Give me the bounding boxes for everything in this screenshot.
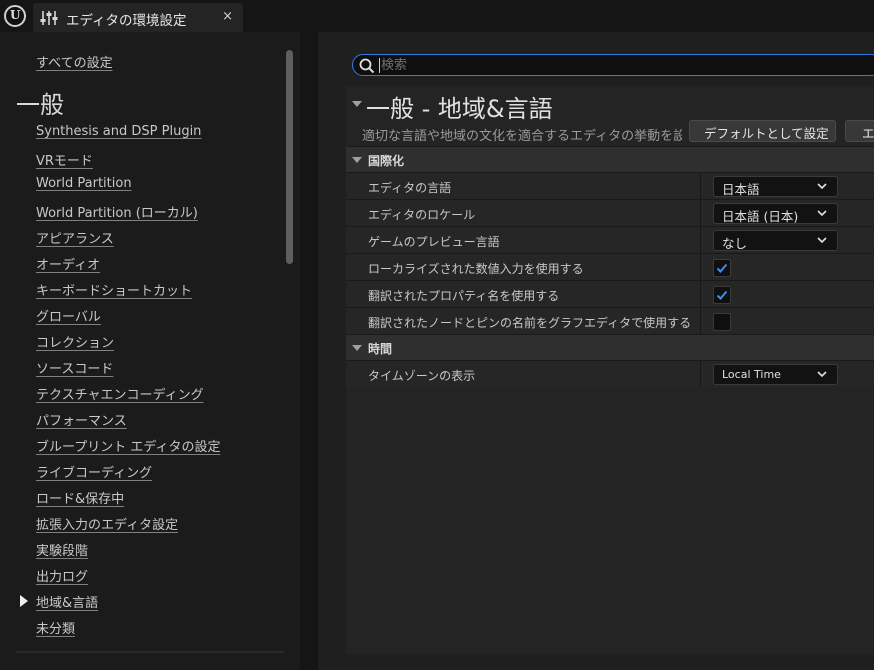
sidebar-item-performance[interactable]: パフォーマンス — [36, 410, 127, 429]
sliders-icon — [40, 11, 58, 25]
localized-numeric-input-checkbox[interactable] — [713, 259, 731, 277]
chevron-down-icon — [817, 237, 827, 244]
search-box[interactable] — [352, 54, 874, 76]
text-caret — [379, 58, 380, 73]
selected-arrow-icon — [20, 595, 28, 607]
sidebar-item-synthesis-dsp[interactable]: Synthesis and DSP Plugin — [36, 124, 201, 139]
sidebar-item-all-settings[interactable]: すべての設定 — [36, 52, 113, 71]
sidebar-bottom-divider — [16, 651, 284, 653]
setting-label: ゲームのプレビュー言語 — [368, 235, 500, 249]
sidebar-item-collections[interactable]: コレクション — [36, 332, 114, 351]
sidebar-item-source-code[interactable]: ソースコード — [36, 358, 113, 377]
page-description: 適切な言語や地域の文化を適合するエディタの挙動を設 — [362, 129, 682, 144]
column-divider[interactable] — [700, 227, 701, 254]
column-divider[interactable] — [700, 361, 701, 388]
unreal-logo-icon: U — [4, 5, 26, 27]
setting-label: ローカライズされた数値入力を使用する — [368, 262, 584, 276]
collapse-page-icon[interactable] — [352, 101, 362, 107]
search-input[interactable] — [381, 56, 861, 75]
sidebar-item-texture-encoding[interactable]: テクスチャエンコーディング — [36, 384, 204, 403]
section-time[interactable]: 時間 — [346, 334, 874, 360]
settings-sidebar: すべての設定 一般 Synthesis and DSP Plugin VRモード… — [0, 32, 300, 670]
section-label: 国際化 — [368, 154, 405, 168]
translated-property-names-checkbox[interactable] — [713, 286, 731, 304]
collapse-section-icon[interactable] — [352, 157, 362, 163]
sidebar-item-appearance[interactable]: アピアランス — [36, 228, 114, 247]
setting-row-translated-node-pin-names: 翻訳されたノードとピンの名前をグラフエディタで使用する — [346, 307, 874, 335]
chevron-down-icon — [817, 210, 827, 217]
column-divider[interactable] — [700, 281, 701, 308]
page-title: 一般 - 地域&言語 — [366, 95, 553, 123]
sidebar-item-keyboard-shortcuts[interactable]: キーボードショートカット — [36, 280, 192, 299]
section-internationalization[interactable]: 国際化 — [346, 146, 874, 172]
setting-label: エディタの言語 — [368, 181, 452, 195]
timezone-dropdown[interactable]: Local Time — [713, 364, 838, 385]
sidebar-item-blueprint-editor[interactable]: ブループリント エディタの設定 — [36, 436, 220, 455]
setting-row-timezone-display: タイムゾーンの表示 Local Time — [346, 360, 874, 388]
sidebar-item-uncategorized[interactable]: 未分類 — [36, 618, 75, 637]
setting-row-preview-language: ゲームのプレビュー言語 なし — [346, 226, 874, 254]
sidebar-item-global[interactable]: グローバル — [36, 306, 101, 325]
setting-row-localized-numeric-input: ローカライズされた数値入力を使用する — [346, 253, 874, 281]
chevron-down-icon — [817, 183, 827, 190]
setting-label: 翻訳されたプロパティ名を使用する — [368, 289, 560, 303]
set-default-button[interactable]: デフォルトとして設定 — [689, 120, 836, 142]
collapse-section-icon[interactable] — [352, 345, 362, 351]
settings-main-panel: 一般 - 地域&言語 適切な言語や地域の文化を適合するエディタの挙動を設 デフォ… — [318, 32, 874, 670]
setting-label: タイムゾーンの表示 — [368, 369, 476, 383]
sidebar-item-output-log[interactable]: 出力ログ — [36, 566, 88, 585]
checkmark-icon — [716, 263, 728, 273]
tab-editor-preferences[interactable]: エディタの環境設定 × — [33, 3, 243, 32]
sidebar-item-vr-mode[interactable]: VRモード — [36, 150, 93, 169]
setting-row-editor-language: エディタの言語 日本語 — [346, 172, 874, 200]
setting-label: 翻訳されたノードとピンの名前をグラフエディタで使用する — [368, 316, 692, 330]
section-label: 時間 — [368, 342, 393, 356]
sidebar-item-world-partition[interactable]: World Partition — [36, 176, 132, 191]
editor-locale-dropdown[interactable]: 日本語 (日本) — [713, 203, 838, 224]
setting-row-translated-property-names: 翻訳されたプロパティ名を使用する — [346, 280, 874, 308]
dropdown-value: Local Time — [722, 368, 781, 381]
translated-node-pin-names-checkbox[interactable] — [713, 313, 731, 331]
export-button[interactable]: エクスポート — [845, 120, 874, 142]
sidebar-item-region-language[interactable]: 地域&言語 — [36, 592, 98, 611]
sidebar-item-audio[interactable]: オーディオ — [36, 254, 100, 273]
column-divider[interactable] — [700, 308, 701, 335]
dropdown-value: 日本語 (日本) — [722, 209, 799, 224]
checkmark-icon — [716, 290, 728, 300]
column-divider[interactable] — [700, 173, 701, 200]
tab-title: エディタの環境設定 — [66, 13, 187, 29]
column-divider[interactable] — [700, 254, 701, 281]
panel-splitter[interactable] — [300, 32, 318, 670]
preview-language-dropdown[interactable]: なし — [713, 230, 838, 251]
setting-row-editor-locale: エディタのロケール 日本語 (日本) — [346, 199, 874, 227]
sidebar-item-load-save[interactable]: ロード&保存中 — [36, 488, 124, 507]
column-divider[interactable] — [700, 200, 701, 227]
search-icon — [359, 58, 375, 74]
sidebar-scrollbar[interactable] — [286, 50, 293, 264]
dropdown-value: 日本語 — [722, 182, 760, 197]
sidebar-item-live-coding[interactable]: ライブコーディング — [36, 462, 152, 481]
title-bar: U エディタの環境設定 × — [0, 0, 874, 32]
editor-language-dropdown[interactable]: 日本語 — [713, 176, 838, 197]
close-icon[interactable]: × — [222, 9, 233, 24]
dropdown-value: なし — [722, 236, 748, 251]
settings-content: 一般 - 地域&言語 適切な言語や地域の文化を適合するエディタの挙動を設 デフォ… — [346, 86, 874, 654]
sidebar-item-world-partition-local[interactable]: World Partition (ローカル) — [36, 202, 198, 221]
sidebar-item-experimental[interactable]: 実験段階 — [36, 540, 88, 559]
logo-letter: U — [10, 8, 21, 22]
sidebar-item-enhanced-input[interactable]: 拡張入力のエディタ設定 — [36, 514, 178, 533]
chevron-down-icon — [817, 371, 827, 378]
setting-label: エディタのロケール — [368, 208, 476, 222]
sidebar-category-header: 一般 — [16, 91, 64, 119]
